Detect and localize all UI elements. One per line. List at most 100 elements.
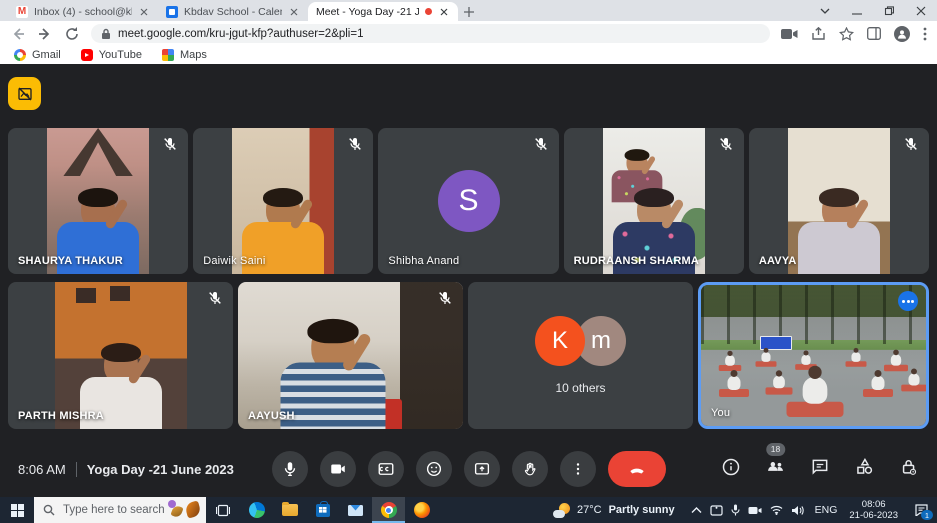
participant-tile-parth[interactable]: PARTH MISHRA xyxy=(8,282,233,429)
participant-tile-daiwik[interactable]: Daiwik Saini xyxy=(193,128,373,274)
participant-video xyxy=(55,282,187,429)
participant-name: RUDRAANSH SHARMA xyxy=(574,255,699,267)
overflow-tile-others[interactable]: K m 10 others xyxy=(468,282,693,429)
meeting-info: 8:06 AM Yoga Day -21 June 2023 xyxy=(18,462,234,477)
call-end-icon xyxy=(627,459,647,479)
bookmark-label: Maps xyxy=(180,49,207,61)
taskbar-clock[interactable]: 08:06 21-06-2023 xyxy=(842,499,905,522)
present-screen-button[interactable] xyxy=(464,451,500,487)
wifi-icon[interactable] xyxy=(770,505,783,515)
tab-gmail[interactable]: M Inbox (4) - school@kbdav.org - I xyxy=(8,2,158,21)
taskbar-app-chrome-active[interactable] xyxy=(372,497,405,523)
video-grid-row-1: SHAURYA THAKUR Daiwik Saini S Shibha Ana… xyxy=(8,128,929,274)
people-icon xyxy=(765,456,786,477)
profile-avatar[interactable] xyxy=(894,26,910,42)
action-center-button[interactable]: 1 xyxy=(905,497,937,523)
chat-button[interactable] xyxy=(810,457,830,482)
browser-menu-icon[interactable] xyxy=(923,27,927,41)
reload-icon[interactable] xyxy=(64,26,80,42)
weather-widget[interactable]: 27°C Partly sunny xyxy=(543,497,685,523)
mic-icon xyxy=(281,460,299,478)
raise-hand-button[interactable] xyxy=(512,451,548,487)
back-icon[interactable] xyxy=(10,26,26,42)
participant-tile-shibha[interactable]: S Shibha Anand xyxy=(378,128,558,274)
window-controls xyxy=(809,0,937,21)
activities-button[interactable] xyxy=(854,456,875,482)
participant-tile-shaurya[interactable]: SHAURYA THAKUR xyxy=(8,128,188,274)
clock-date: 21-06-2023 xyxy=(849,510,898,521)
task-view-icon xyxy=(216,504,230,517)
google-g-icon xyxy=(14,49,26,61)
tab-close-icon[interactable] xyxy=(138,6,150,18)
yoga-mat xyxy=(755,361,776,367)
language-indicator[interactable]: ENG xyxy=(810,504,843,516)
participant-tile-aavya[interactable]: AAVYA xyxy=(749,128,929,274)
mic-off-icon xyxy=(718,136,734,152)
bookmark-maps[interactable]: Maps xyxy=(162,49,207,61)
taskbar-search-box[interactable]: Type here to search xyxy=(34,497,206,523)
participant-name: Shibha Anand xyxy=(388,255,459,267)
participant-avatar-wrap: S xyxy=(378,128,558,274)
close-window-button[interactable] xyxy=(905,0,937,21)
host-controls-button[interactable] xyxy=(899,457,919,482)
captions-button[interactable] xyxy=(368,451,404,487)
camera-in-use-tray-icon[interactable] xyxy=(748,505,762,515)
yoga-mat xyxy=(845,361,866,367)
maps-icon xyxy=(162,49,174,61)
new-tab-button[interactable] xyxy=(458,2,480,21)
taskbar-app-firefox[interactable] xyxy=(405,497,438,523)
chrome-icon xyxy=(381,502,397,518)
camera-in-use-icon[interactable] xyxy=(781,28,798,40)
tab-search-chevron-icon[interactable] xyxy=(809,0,841,21)
tile-options-button[interactable] xyxy=(898,291,918,311)
hidden-icons-chevron[interactable] xyxy=(691,507,702,514)
search-highlights-decoration xyxy=(168,500,202,520)
bookmark-star-icon[interactable] xyxy=(839,27,854,41)
tab-title: Kbdav School - Calendar - Wedn xyxy=(184,6,282,18)
participant-tile-aayush[interactable]: AAYUSH xyxy=(238,282,463,429)
others-avatars: K m 10 others xyxy=(468,282,693,429)
more-options-button[interactable] xyxy=(560,451,596,487)
start-button[interactable] xyxy=(0,497,34,523)
side-panel-icon[interactable] xyxy=(867,27,881,40)
partly-sunny-icon xyxy=(553,503,570,518)
participant-tile-rudraansh[interactable]: RUDRAANSH SHARMA xyxy=(564,128,744,274)
self-view-tile[interactable]: You xyxy=(698,282,929,429)
bookmark-gmail[interactable]: Gmail xyxy=(14,49,61,61)
reactions-button[interactable] xyxy=(416,451,452,487)
yoga-mat xyxy=(718,365,741,371)
forward-icon[interactable] xyxy=(37,26,53,42)
meeting-details-button[interactable] xyxy=(721,457,741,482)
minimize-button[interactable] xyxy=(841,0,873,21)
meet-main-area: SHAURYA THAKUR Daiwik Saini S Shibha Ana… xyxy=(0,64,937,497)
tab-close-icon[interactable] xyxy=(438,6,450,18)
participant-count-badge: 18 xyxy=(766,443,785,456)
taskbar-app-mail[interactable] xyxy=(339,497,372,523)
participant-video xyxy=(788,128,890,274)
smiley-icon xyxy=(425,460,443,478)
bookmark-label: Gmail xyxy=(32,49,61,61)
device-tray-icon[interactable] xyxy=(710,505,723,516)
end-call-button[interactable] xyxy=(608,451,666,487)
activities-shapes-icon xyxy=(854,456,875,477)
taskbar-app-edge[interactable] xyxy=(240,497,273,523)
windows-taskbar: Type here to search 27°C Partly sunny EN… xyxy=(0,497,937,523)
tab-calendar[interactable]: Kbdav School - Calendar - Wedn xyxy=(158,2,308,21)
camera-button[interactable] xyxy=(320,451,356,487)
taskbar-app-store[interactable] xyxy=(306,497,339,523)
show-everyone-button[interactable]: 18 xyxy=(765,456,786,482)
tab-meet-active[interactable]: Meet - Yoga Day -21 June 20 xyxy=(308,2,458,21)
image-off-icon xyxy=(17,86,33,102)
participant-name: PARTH MISHRA xyxy=(18,410,104,422)
tab-close-icon[interactable] xyxy=(288,6,300,18)
warning-badge[interactable] xyxy=(8,77,41,110)
maximize-button[interactable] xyxy=(873,0,905,21)
address-bar[interactable]: meet.google.com/kru-jgut-kfp?authuser=2&… xyxy=(91,24,770,43)
taskbar-app-file-explorer[interactable] xyxy=(273,497,306,523)
bookmark-youtube[interactable]: YouTube xyxy=(81,49,142,61)
share-icon[interactable] xyxy=(811,27,826,41)
volume-icon[interactable] xyxy=(791,505,804,516)
mic-in-use-tray-icon[interactable] xyxy=(731,504,740,516)
microphone-button[interactable] xyxy=(272,451,308,487)
task-view-button[interactable] xyxy=(206,497,240,523)
